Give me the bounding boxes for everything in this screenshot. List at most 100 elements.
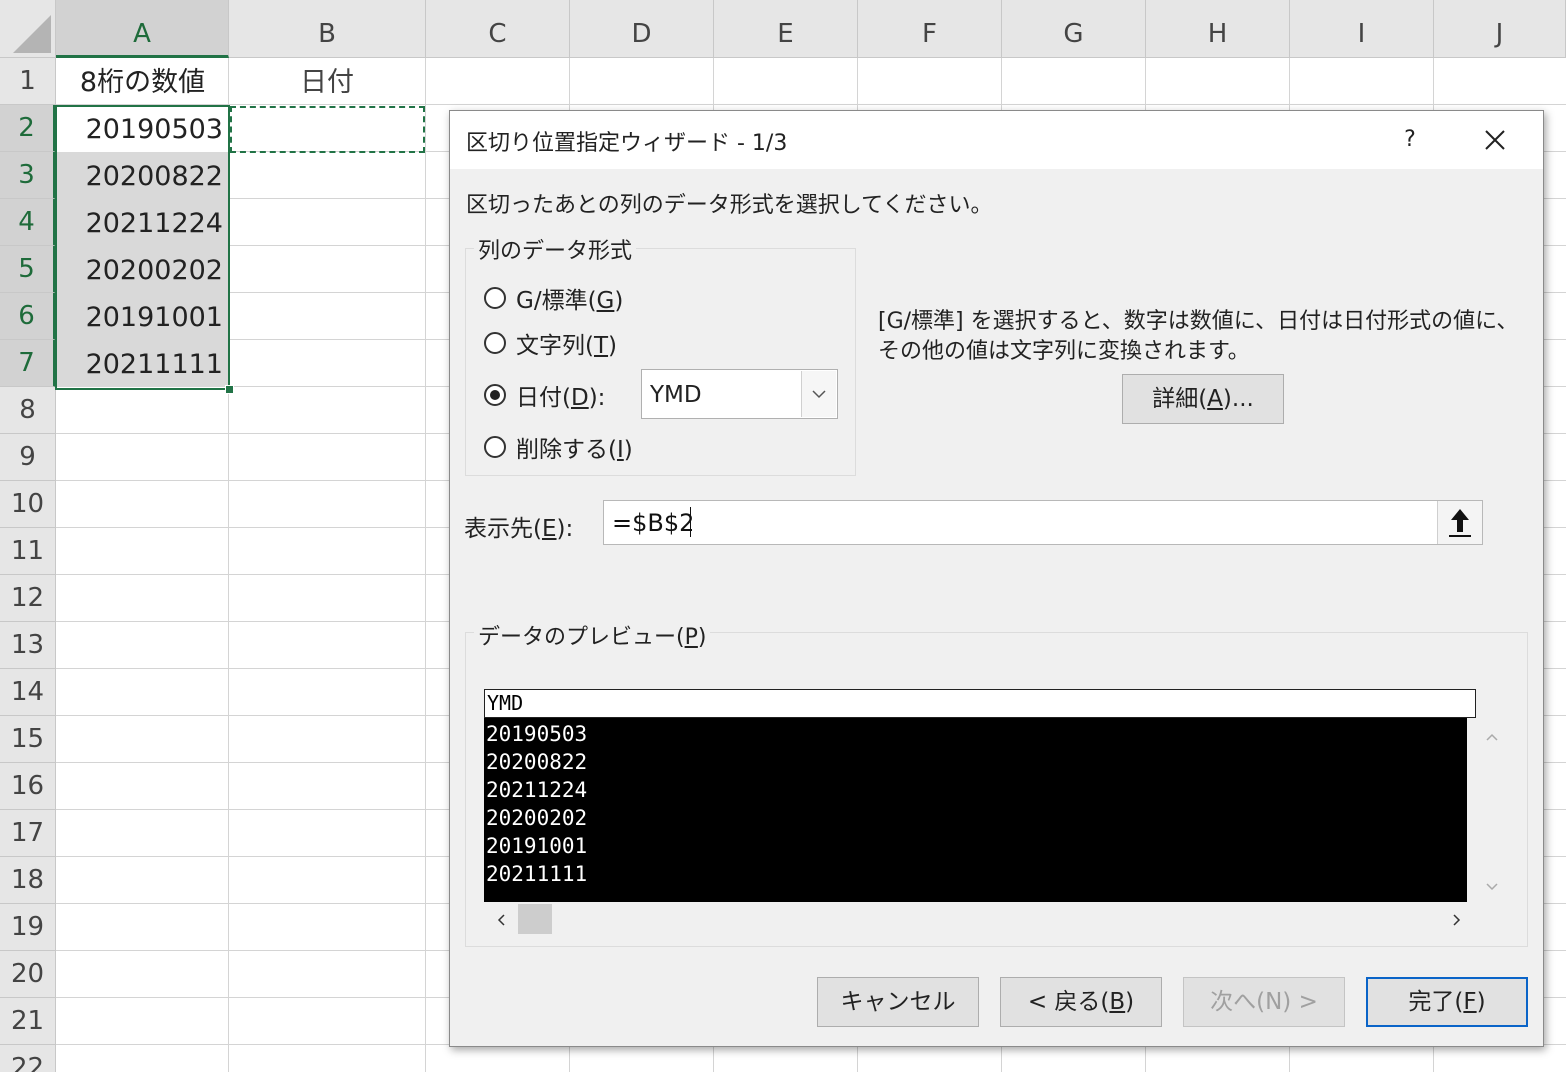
row-header-20[interactable]: 20 xyxy=(0,951,56,998)
chevron-right-icon xyxy=(1453,914,1461,926)
select-all-button[interactable] xyxy=(0,0,56,58)
row-header-21[interactable]: 21 xyxy=(0,998,56,1045)
preview-row: 20211111 xyxy=(486,862,588,886)
preview-column-data[interactable]: 20190503 20200822 20211224 20200202 2019… xyxy=(484,718,1467,902)
row-header-18[interactable]: 18 xyxy=(0,857,56,904)
destination-label: 表示先(E): xyxy=(464,516,574,542)
arrow-up-icon xyxy=(1449,509,1471,537)
cell-a6[interactable]: 20191001 xyxy=(57,293,228,340)
row-header-22[interactable]: 22 xyxy=(0,1045,56,1072)
row-header-12[interactable]: 12 xyxy=(0,575,56,622)
advanced-button[interactable]: 詳細(A)... xyxy=(1122,374,1284,424)
radio-date-circle[interactable] xyxy=(484,384,506,406)
cell-a5[interactable]: 20200202 xyxy=(57,246,228,293)
column-header-h[interactable]: H xyxy=(1146,0,1290,58)
instruction-text: 区切ったあとの列のデータ形式を選択してください。 xyxy=(466,193,993,218)
column-header-e[interactable]: E xyxy=(714,0,858,58)
chevron-up-icon xyxy=(1486,733,1498,741)
radio-general[interactable]: G/標準(G) xyxy=(484,282,623,314)
cell-a7[interactable]: 20211111 xyxy=(57,340,228,387)
column-header-a[interactable]: A xyxy=(56,0,229,58)
date-format-select[interactable]: YMD xyxy=(641,369,838,419)
select-all-triangle-icon xyxy=(13,15,51,53)
format-description-line1: [G/標準] を選択すると、数字は数値に、日付は日付形式の値に、 xyxy=(878,309,1519,334)
text-to-columns-wizard-dialog: 区切り位置指定ウィザード - 1/3 ? 区切ったあとの列のデータ形式を選択して… xyxy=(449,110,1544,1047)
radio-skip-circle[interactable] xyxy=(484,436,506,458)
format-description-line2: その他の値は文字列に変換されます。 xyxy=(878,339,1250,364)
cell-a3[interactable]: 20200822 xyxy=(57,152,228,199)
column-header-j[interactable]: J xyxy=(1434,0,1566,58)
format-description: [G/標準] を選択すると、数字は数値に、日付は日付形式の値に、 その他の値は文… xyxy=(878,307,1528,367)
radio-text[interactable]: 文字列(T) xyxy=(484,327,617,359)
row-header-19[interactable]: 19 xyxy=(0,904,56,951)
column-header-i[interactable]: I xyxy=(1290,0,1434,58)
row-header-9[interactable]: 9 xyxy=(0,434,56,481)
chevron-left-icon xyxy=(497,914,505,926)
cell-a2[interactable]: 20190503 xyxy=(57,105,228,152)
column-header-g[interactable]: G xyxy=(1002,0,1146,58)
radio-text-circle[interactable] xyxy=(484,332,506,354)
cell-b1[interactable]: 日付 xyxy=(229,58,425,105)
row-header-3[interactable]: 3 xyxy=(0,152,56,199)
column-header-c[interactable]: C xyxy=(426,0,570,58)
preview-row: 20200202 xyxy=(486,806,588,830)
chevron-down-icon xyxy=(812,390,826,399)
preview-row: 20200822 xyxy=(486,750,588,774)
radio-date[interactable]: 日付(D): xyxy=(484,379,605,411)
preview-row: 20190503 xyxy=(486,722,588,746)
destination-input[interactable]: =$B$2 xyxy=(603,500,1483,545)
radio-general-circle[interactable] xyxy=(484,287,506,309)
row-header-2[interactable]: 2 xyxy=(0,105,56,152)
preview-scroll-down-button[interactable] xyxy=(1480,877,1504,897)
row-header-16[interactable]: 16 xyxy=(0,763,56,810)
preview-horizontal-scroll-thumb[interactable] xyxy=(518,904,552,934)
column-header-b[interactable]: B xyxy=(229,0,426,58)
row-header-1[interactable]: 1 xyxy=(0,58,56,105)
chevron-down-icon xyxy=(1486,883,1498,891)
row-header-13[interactable]: 13 xyxy=(0,622,56,669)
row-header-11[interactable]: 11 xyxy=(0,528,56,575)
destination-value: =$B$2 xyxy=(612,509,695,537)
preview-column-header[interactable]: YMD xyxy=(484,689,1476,718)
row-header-5[interactable]: 5 xyxy=(0,246,56,293)
row-header-15[interactable]: 15 xyxy=(0,716,56,763)
row-header-6[interactable]: 6 xyxy=(0,293,56,340)
cell-a4[interactable]: 20211224 xyxy=(57,199,228,246)
cancel-button[interactable]: キャンセル xyxy=(817,977,979,1027)
dialog-titlebar[interactable]: 区切り位置指定ウィザード - 1/3 ? xyxy=(450,111,1543,169)
back-button[interactable]: < 戻る(B) xyxy=(1000,977,1162,1027)
row-header-7[interactable]: 7 xyxy=(0,340,56,387)
row-header-10[interactable]: 10 xyxy=(0,481,56,528)
row-header-4[interactable]: 4 xyxy=(0,199,56,246)
data-preview-label: データのプレビュー(P) xyxy=(474,619,711,651)
row-header-17[interactable]: 17 xyxy=(0,810,56,857)
next-button[interactable]: 次へ(N) > xyxy=(1183,977,1345,1027)
close-button[interactable] xyxy=(1475,119,1515,161)
date-format-dropdown-button[interactable] xyxy=(801,371,836,417)
close-icon xyxy=(1485,130,1505,150)
radio-general-label: G/標準(G) xyxy=(516,288,624,314)
cell-a1[interactable]: 8桁の数値 xyxy=(57,58,228,105)
preview-scroll-up-button[interactable] xyxy=(1480,727,1504,747)
text-cursor xyxy=(690,507,691,537)
finish-button[interactable]: 完了(F) xyxy=(1366,977,1528,1027)
column-header-d[interactable]: D xyxy=(570,0,714,58)
preview-scroll-left-button[interactable] xyxy=(490,908,512,932)
date-format-value: YMD xyxy=(650,382,702,408)
preview-row: 20211224 xyxy=(486,778,588,802)
help-button[interactable]: ? xyxy=(1390,119,1430,161)
column-header-f[interactable]: F xyxy=(858,0,1002,58)
preview-row: 20191001 xyxy=(486,834,588,858)
radio-text-label: 文字列(T) xyxy=(516,333,618,359)
radio-date-label: 日付(D): xyxy=(516,385,606,411)
collapse-dialog-button[interactable] xyxy=(1437,501,1482,544)
row-header-8[interactable]: 8 xyxy=(0,387,56,434)
column-format-group-label: 列のデータ形式 xyxy=(474,233,637,265)
radio-skip[interactable]: 削除する(I) xyxy=(484,431,633,463)
fill-handle[interactable] xyxy=(225,385,234,394)
dialog-title: 区切り位置指定ウィザード - 1/3 xyxy=(466,131,788,156)
row-header-14[interactable]: 14 xyxy=(0,669,56,716)
copy-marquee-b2 xyxy=(230,106,425,153)
preview-scroll-right-button[interactable] xyxy=(1446,908,1468,932)
radio-skip-label: 削除する(I) xyxy=(516,437,633,463)
